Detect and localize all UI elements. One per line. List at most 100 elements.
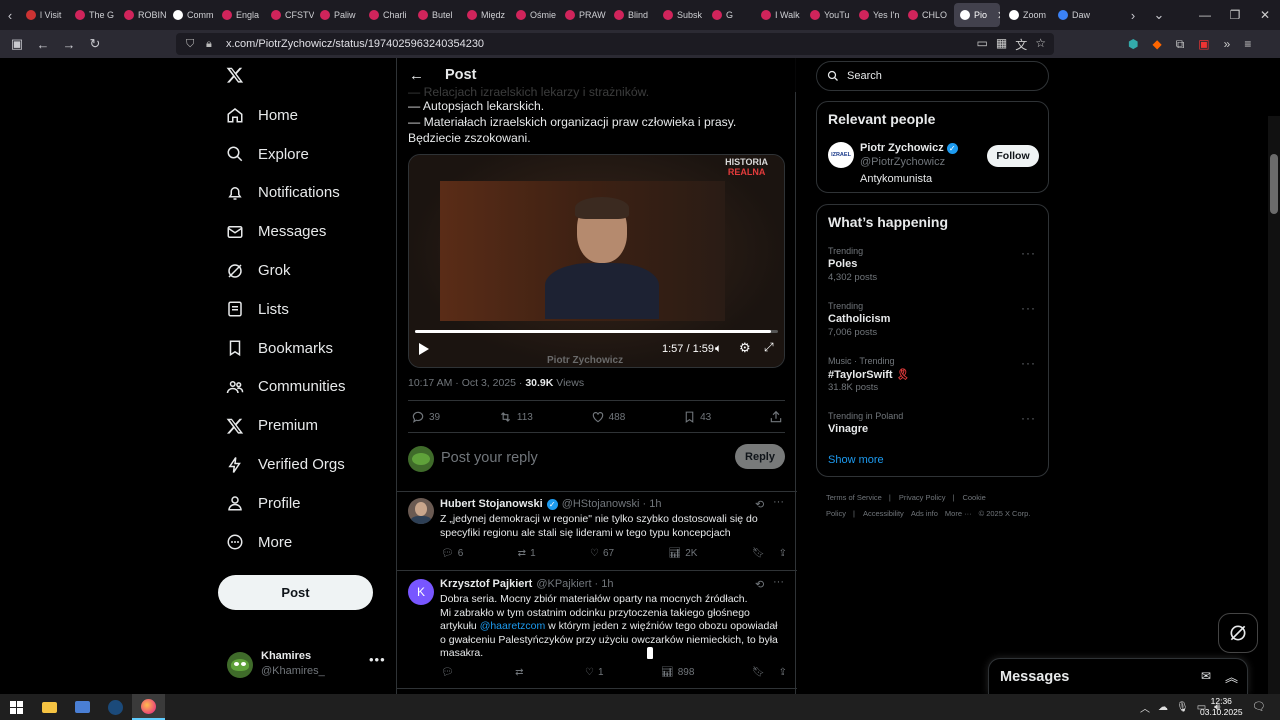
browser-tab[interactable]: ROBIN: [118, 0, 167, 30]
scrollbar-thumb[interactable]: [1270, 154, 1278, 214]
footer-link[interactable]: Accessibility: [863, 509, 904, 518]
nav-item-messages[interactable]: Messages: [218, 212, 388, 251]
firefox-icon[interactable]: [132, 694, 165, 720]
post-button[interactable]: Post: [218, 575, 373, 610]
footer-link[interactable]: Terms of Service: [826, 493, 882, 502]
more-dots-icon[interactable]: ···: [1021, 301, 1036, 315]
avatar[interactable]: [408, 498, 434, 524]
trend-item[interactable]: Music · Trending #TaylorSwift 🎗︎ 31.8K pos…: [817, 356, 1050, 411]
notifications-icon[interactable]: 🗨︎: [1252, 700, 1266, 713]
browser-tab[interactable]: CFSTV: [265, 0, 314, 30]
nav-item-grok[interactable]: Grok: [218, 251, 388, 290]
browser-tab[interactable]: The G: [69, 0, 118, 30]
share-action[interactable]: [769, 410, 783, 424]
bookmark-action[interactable]: 43: [683, 410, 711, 424]
nav-item-bookmarks[interactable]: Bookmarks: [218, 329, 388, 368]
nav-item-more[interactable]: More: [218, 523, 388, 562]
nav-item-lists[interactable]: Lists: [218, 290, 388, 329]
file-explorer-icon[interactable]: [33, 694, 66, 720]
search-input[interactable]: Search: [816, 61, 1049, 91]
views-action[interactable]: 📊︎ 898: [661, 667, 694, 678]
browser-tab[interactable]: Yes I'n: [853, 0, 902, 30]
start-windows-icon[interactable]: [0, 694, 33, 720]
shield-icon[interactable]: ⛉: [186, 38, 202, 51]
reply-post[interactable]: Hubert Stojanowski ✓ @HStojanowski · 1h …: [397, 492, 797, 571]
account-switcher[interactable]: Khamires @Khamires_ •••: [227, 648, 387, 680]
reply-post[interactable]: K Krzysztof Pajkiert @KPajkiert · 1h ⟲ ·…: [397, 571, 797, 689]
more-dots-icon[interactable]: ···: [1021, 411, 1036, 425]
browser-tab[interactable]: Blind: [608, 0, 657, 30]
bookmark-star-icon[interactable]: ☆: [1035, 36, 1046, 53]
nav-item-communities[interactable]: Communities: [218, 368, 388, 407]
browser-tab[interactable]: Daw: [1052, 0, 1101, 30]
browser-tab[interactable]: PRAW: [559, 0, 608, 30]
trend-item[interactable]: Trending Catholicism 7,006 posts ···: [817, 301, 1050, 356]
x-logo-icon[interactable]: [226, 66, 244, 84]
reply-action[interactable]: 💬︎: [441, 667, 458, 678]
back-icon[interactable]: ←: [30, 30, 56, 58]
browser-tab[interactable]: Engla: [216, 0, 265, 30]
tray-chevron-icon[interactable]: ︿: [1140, 700, 1150, 715]
share-icon[interactable]: ⇪: [779, 667, 787, 678]
new-message-icon[interactable]: ✉: [1201, 669, 1211, 683]
like-action[interactable]: ♡ 67: [590, 548, 614, 559]
browser-tab[interactable]: Subsk: [657, 0, 706, 30]
browser-tab[interactable]: Comm: [167, 0, 216, 30]
more-dots-icon[interactable]: ···: [773, 576, 784, 588]
play-icon[interactable]: [419, 343, 429, 355]
bookmark-action[interactable]: 🔖︎ ⇪: [752, 667, 787, 678]
tab-list-icon[interactable]: ⌄: [1146, 0, 1172, 30]
more-dots-icon[interactable]: •••: [369, 652, 386, 667]
browser-tab[interactable]: l Visit: [20, 0, 69, 30]
browser-tab[interactable]: G: [706, 0, 755, 30]
mention-link[interactable]: @haaretzcom: [480, 620, 546, 632]
reader-view-icon[interactable]: ▭: [977, 36, 988, 53]
microphone-icon[interactable]: 🎙︎: [1176, 702, 1189, 713]
video-player[interactable]: HISTORIA REALNA Piotr Zychowicz 1:57 / 1…: [408, 154, 785, 368]
messages-drawer[interactable]: Messages ✉ ︽: [988, 658, 1248, 694]
browser-tab[interactable]: Ośmie: [510, 0, 559, 30]
close-window-button[interactable]: ✕: [1250, 0, 1280, 30]
bookmark-action[interactable]: 🔖︎ ⇪: [752, 548, 787, 559]
reply-input[interactable]: Post your reply: [441, 450, 538, 466]
browser-tab[interactable]: CHLO: [902, 0, 951, 30]
address-bar[interactable]: ⛉ 🔒︎ x.com/PiotrZychowicz/status/1974025…: [176, 33, 1054, 55]
extension-shield-icon[interactable]: ⬢: [1128, 37, 1138, 51]
reply-author-handle[interactable]: @KPajkiert · 1h: [536, 578, 613, 590]
repost-action[interactable]: 113: [498, 410, 533, 424]
nav-item-profile[interactable]: Profile: [218, 484, 388, 523]
avatar[interactable]: IZRAEL: [828, 142, 854, 168]
cloud-icon[interactable]: ☁: [1158, 702, 1168, 713]
minimize-button[interactable]: —: [1190, 0, 1220, 30]
picture-icon[interactable]: ▦: [996, 36, 1007, 53]
browser-tab[interactable]: Butel: [412, 0, 461, 30]
scrollbar[interactable]: [1268, 116, 1280, 694]
browser-tab[interactable]: Paliw: [314, 0, 363, 30]
reply-action[interactable]: 💬︎ 6: [441, 548, 463, 559]
close-tab-icon[interactable]: ✕: [997, 9, 1000, 22]
footer-link[interactable]: More ···: [945, 509, 972, 518]
relevant-person-name[interactable]: Piotr Zychowicz: [860, 142, 944, 154]
extension-fox-icon[interactable]: ◆: [1152, 37, 1161, 51]
grok-icon[interactable]: ⟲: [755, 498, 764, 511]
footer-link[interactable]: Ads info: [911, 509, 938, 518]
footer-link[interactable]: Privacy Policy: [899, 493, 946, 502]
browser-tab[interactable]: Zoom: [1003, 0, 1052, 30]
tab-active[interactable]: Pio ✕: [954, 3, 1000, 27]
steam-icon[interactable]: [99, 694, 132, 720]
browser-tab[interactable]: YouTu: [804, 0, 853, 30]
forward-icon[interactable]: →: [56, 30, 82, 58]
more-dots-icon[interactable]: ···: [1021, 246, 1036, 260]
avatar[interactable]: K: [408, 579, 434, 605]
browser-tab[interactable]: Charli: [363, 0, 412, 30]
reply-author-name[interactable]: Hubert Stojanowski: [440, 498, 543, 510]
tab-scroll-left-icon[interactable]: ‹: [0, 0, 20, 30]
reply-button[interactable]: Reply: [735, 444, 785, 469]
video-progress-track[interactable]: [415, 330, 778, 333]
nav-item-explore[interactable]: Explore: [218, 135, 388, 174]
more-dots-icon[interactable]: ···: [773, 496, 784, 508]
nav-item-home[interactable]: Home: [218, 96, 388, 135]
like-action[interactable]: ♡ 1: [585, 667, 604, 678]
tab-scroll-right-icon[interactable]: ›: [1120, 0, 1146, 30]
repost-action[interactable]: ⇄ 1: [518, 548, 536, 559]
